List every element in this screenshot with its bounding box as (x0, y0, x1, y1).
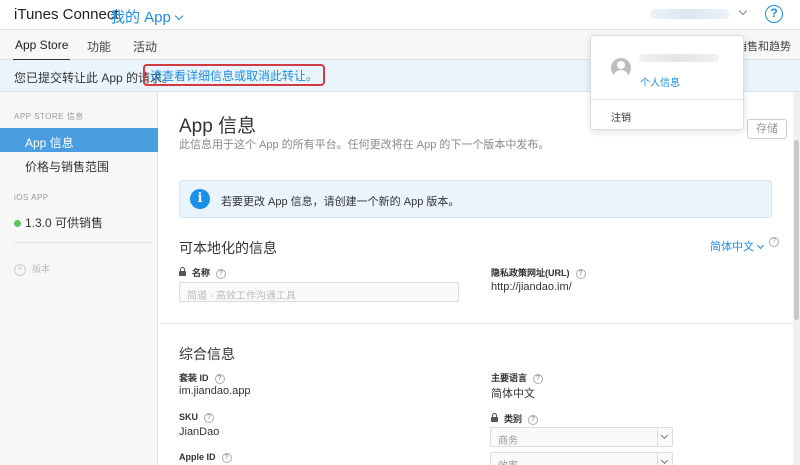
language-label: 简体中文 (710, 241, 754, 253)
user-name-blurred[interactable] (650, 9, 730, 19)
chevron-down-icon (756, 241, 765, 250)
help-question-icon[interactable]: ? (528, 415, 539, 425)
main-content: App 信息 此信息用于这个 App 的所有平台。任何更改将在 App 的下一个… (159, 92, 800, 465)
help-question-icon[interactable]: ? (575, 269, 586, 279)
avatar-icon (611, 58, 631, 78)
primary-lang-label-text: 主要语言 (491, 373, 528, 383)
tab-features[interactable]: 功能 (87, 38, 111, 55)
sidebar-divider (14, 242, 154, 243)
bundle-label-text: 套装 ID (179, 373, 209, 383)
sku-value: JianDao (179, 426, 220, 438)
help-question-icon[interactable]: ? (214, 374, 225, 384)
add-version-button[interactable]: + 版本 (14, 262, 50, 276)
transfer-details-link[interactable]: 请查看详细信息或取消此转让。 (143, 64, 326, 86)
name-label: 名称? (179, 266, 227, 280)
info-text: 若要更改 App 信息，请创建一个新的 App 版本。 (221, 196, 460, 208)
primary-category-value: 商务 (498, 436, 518, 447)
lock-icon (179, 267, 186, 276)
sidebar-section-app-store: APP STORE 信息 (14, 112, 84, 121)
account-name-blurred (639, 54, 719, 62)
chevron-down-icon (657, 428, 672, 446)
localizable-section-title: 可本地化的信息 (179, 240, 277, 256)
secondary-category-value: 效率 (498, 461, 518, 465)
bundle-id-value: im.jiandao.app (179, 385, 251, 397)
sidebar-item-pricing[interactable]: 价格与销售范围 (0, 152, 158, 176)
save-button[interactable]: 存储 (747, 119, 787, 139)
profile-link[interactable]: 个人信息 (640, 74, 680, 89)
my-app-label: 我的 App (110, 9, 171, 26)
category-label: 类别? (491, 412, 539, 426)
info-icon: i (190, 189, 210, 209)
page-subtitle: 此信息用于这个 App 的所有平台。任何更改将在 App 的下一个版本中发布。 (179, 139, 550, 151)
account-dropdown: 个人信息 注销 (590, 35, 744, 130)
privacy-label-text: 隐私政策网址(URL) (491, 268, 570, 278)
bundle-id-label: 套装 ID? (179, 371, 225, 385)
chevron-down-icon (174, 11, 184, 21)
sku-label: SKU? (179, 412, 215, 424)
tab-sales-trends[interactable]: 销售和趋势 (736, 38, 791, 54)
help-question-icon[interactable]: ? (221, 453, 232, 463)
scrollbar-thumb[interactable] (794, 140, 799, 320)
add-version-label: 版本 (32, 264, 51, 274)
privacy-url-value: http://jiandao.im/ (491, 281, 572, 293)
help-question-icon[interactable]: ? (769, 237, 779, 247)
tab-app-store[interactable]: App Store (12, 38, 71, 61)
privacy-url-label: 隐私政策网址(URL)? (491, 266, 586, 280)
sidebar-item-app-info[interactable]: App 信息 (0, 128, 158, 152)
chevron-down-icon (657, 453, 672, 465)
sidebar: APP STORE 信息 App 信息 价格与销售范围 iOS APP 1.3.… (0, 92, 158, 465)
page-title: App 信息 (179, 116, 257, 137)
apple-id-label-text: Apple ID (179, 452, 216, 462)
tab-activity[interactable]: 活动 (133, 38, 157, 55)
main-scrollbar[interactable] (793, 92, 800, 465)
primary-category-select[interactable]: 商务 (490, 427, 673, 447)
section-divider (159, 323, 793, 324)
lock-icon (491, 413, 498, 422)
top-bar: iTunes Connect 我的 App ? (0, 0, 800, 30)
info-banner: i 若要更改 App 信息，请创建一个新的 App 版本。 (179, 180, 772, 218)
primary-language-value: 简体中文 (491, 388, 535, 400)
brand-title[interactable]: iTunes Connect (14, 6, 119, 23)
my-app-menu[interactable]: 我的 App (110, 6, 184, 27)
help-question-icon[interactable]: ? (533, 374, 544, 384)
general-section-title: 综合信息 (179, 346, 235, 362)
app-name-input[interactable]: 简道 - 高效工作沟通工具 (179, 282, 459, 302)
help-icon[interactable]: ? (765, 5, 783, 23)
user-chevron-icon[interactable] (738, 6, 748, 16)
plus-icon: + (14, 264, 26, 276)
dropdown-divider (591, 99, 743, 100)
apple-id-label: Apple ID? (179, 452, 232, 464)
sidebar-item-version[interactable]: 1.3.0 可供销售 (14, 214, 103, 231)
sidebar-section-ios: iOS APP (14, 193, 49, 202)
language-select[interactable]: 简体中文 (710, 238, 765, 254)
sign-out-link[interactable]: 注销 (611, 109, 631, 124)
primary-language-label: 主要语言? (491, 371, 544, 385)
secondary-category-select[interactable]: 效率 (490, 452, 673, 465)
version-label: 1.3.0 可供销售 (25, 216, 104, 230)
help-question-icon[interactable]: ? (204, 413, 215, 423)
help-question-icon[interactable]: ? (216, 269, 227, 279)
category-label-text: 类别 (504, 414, 523, 424)
name-label-text: 名称 (192, 268, 211, 278)
sku-label-text: SKU (179, 412, 199, 422)
status-dot-icon (14, 220, 21, 227)
